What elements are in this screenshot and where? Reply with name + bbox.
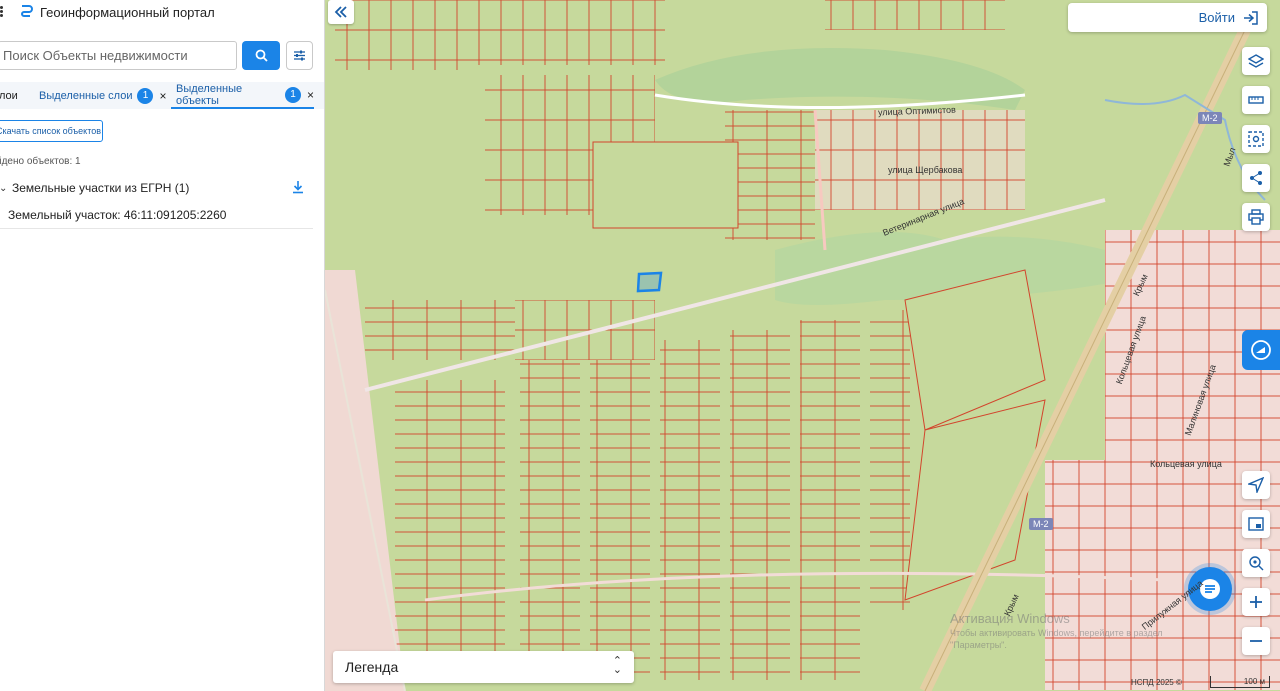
selected-parcel bbox=[636, 271, 663, 293]
close-icon[interactable]: × bbox=[159, 89, 166, 103]
tab-label: лои bbox=[0, 89, 18, 102]
geolocate-button[interactable] bbox=[1242, 471, 1270, 499]
minus-icon bbox=[1250, 640, 1262, 642]
close-icon[interactable]: × bbox=[307, 88, 314, 102]
chevron-updown-icon: ⌃ ⌄ bbox=[612, 655, 622, 676]
search-input[interactable] bbox=[0, 41, 237, 70]
ruler-icon bbox=[1248, 96, 1264, 104]
measure-button[interactable] bbox=[1242, 86, 1270, 114]
sliders-icon bbox=[294, 50, 305, 61]
app-window: Геоинформационный портал лои Выделенные … bbox=[0, 0, 1280, 691]
share-icon bbox=[1250, 171, 1262, 185]
sidebar: Геоинформационный портал лои Выделенные … bbox=[0, 0, 325, 691]
tab-selected-layers[interactable]: Выделенные слои 1 × bbox=[39, 82, 167, 109]
print-button[interactable] bbox=[1242, 203, 1270, 231]
list-item[interactable]: Земельный участок: 46:11:091205:2260 bbox=[0, 205, 313, 229]
tab-layers[interactable]: лои bbox=[0, 82, 18, 109]
group-title: Земельные участки из ЕГРН (1) bbox=[12, 181, 190, 195]
panel-icon bbox=[1251, 340, 1271, 360]
legend-label: Легенда bbox=[345, 659, 399, 675]
zoom-out-button[interactable] bbox=[1242, 627, 1270, 655]
tab-label: Выделенные объекты bbox=[176, 82, 243, 107]
side-panel-tab[interactable] bbox=[1242, 330, 1280, 370]
login-icon bbox=[1244, 11, 1258, 25]
count-badge: 1 bbox=[284, 86, 301, 103]
location-search-icon bbox=[1249, 556, 1264, 571]
tab-selected-objects[interactable]: Выделенные объекты 1 × bbox=[171, 82, 314, 109]
printer-icon bbox=[1248, 209, 1264, 225]
login-label: Войти bbox=[1198, 10, 1235, 25]
collapse-sidebar-button[interactable] bbox=[328, 0, 354, 24]
double-chevron-left-icon bbox=[334, 6, 347, 18]
download-icon[interactable] bbox=[291, 180, 305, 194]
filter-button[interactable] bbox=[286, 41, 313, 70]
road-badge: М-2 bbox=[1029, 518, 1053, 530]
item-label: Земельный участок: 46:11:091205:2260 bbox=[8, 208, 227, 222]
search-bar bbox=[0, 41, 324, 71]
layers-icon bbox=[1248, 54, 1264, 68]
logo-icon bbox=[21, 5, 33, 17]
app-title: Геоинформационный портал bbox=[40, 5, 215, 20]
plus-icon bbox=[1250, 596, 1262, 608]
chat-icon bbox=[1200, 579, 1220, 599]
download-list-button[interactable]: Скачать список объектов bbox=[0, 120, 103, 142]
road-badge: М-2 bbox=[1198, 112, 1222, 124]
login-button[interactable]: Войти bbox=[1068, 3, 1267, 32]
found-count: йдено объектов: 1 bbox=[0, 156, 81, 167]
activation-watermark-text: Чтобы активировать Windows, перейдите в … bbox=[950, 628, 1163, 650]
header: Геоинформационный портал bbox=[0, 0, 324, 26]
search-icon bbox=[255, 49, 268, 62]
scale-bar: 100 м bbox=[1210, 676, 1270, 688]
map-label: Кольцевая улица bbox=[1150, 459, 1222, 469]
tab-bar: лои Выделенные слои 1 × Выделенные объек… bbox=[0, 82, 324, 109]
search-button[interactable] bbox=[242, 41, 280, 70]
minimap-icon bbox=[1248, 517, 1264, 531]
chevron-down-icon[interactable]: ⌄ bbox=[0, 183, 7, 194]
share-button[interactable] bbox=[1242, 164, 1270, 192]
map-label: улица Щербакова bbox=[888, 165, 963, 175]
result-group[interactable]: ⌄ Земельные участки из ЕГРН (1) bbox=[0, 180, 313, 202]
layers-button[interactable] bbox=[1242, 47, 1270, 75]
select-area-icon bbox=[1248, 131, 1264, 147]
minimap-button[interactable] bbox=[1242, 510, 1270, 538]
select-area-button[interactable] bbox=[1242, 125, 1270, 153]
legend-dropdown[interactable]: Легенда ⌃ ⌄ bbox=[333, 651, 634, 683]
activation-watermark-title: Активация Windows bbox=[950, 611, 1070, 626]
map-canvas[interactable]: Войти улица Оптимистов улица Щербакова В… bbox=[325, 0, 1280, 691]
zoom-in-button[interactable] bbox=[1242, 588, 1270, 616]
tab-label: Выделенные слои bbox=[39, 89, 133, 102]
search-location-button[interactable] bbox=[1242, 549, 1270, 577]
attribution: НСПД 2025 © bbox=[1131, 678, 1182, 687]
navigation-icon bbox=[1248, 477, 1264, 493]
menu-icon[interactable] bbox=[0, 6, 6, 18]
count-badge: 1 bbox=[137, 87, 154, 104]
